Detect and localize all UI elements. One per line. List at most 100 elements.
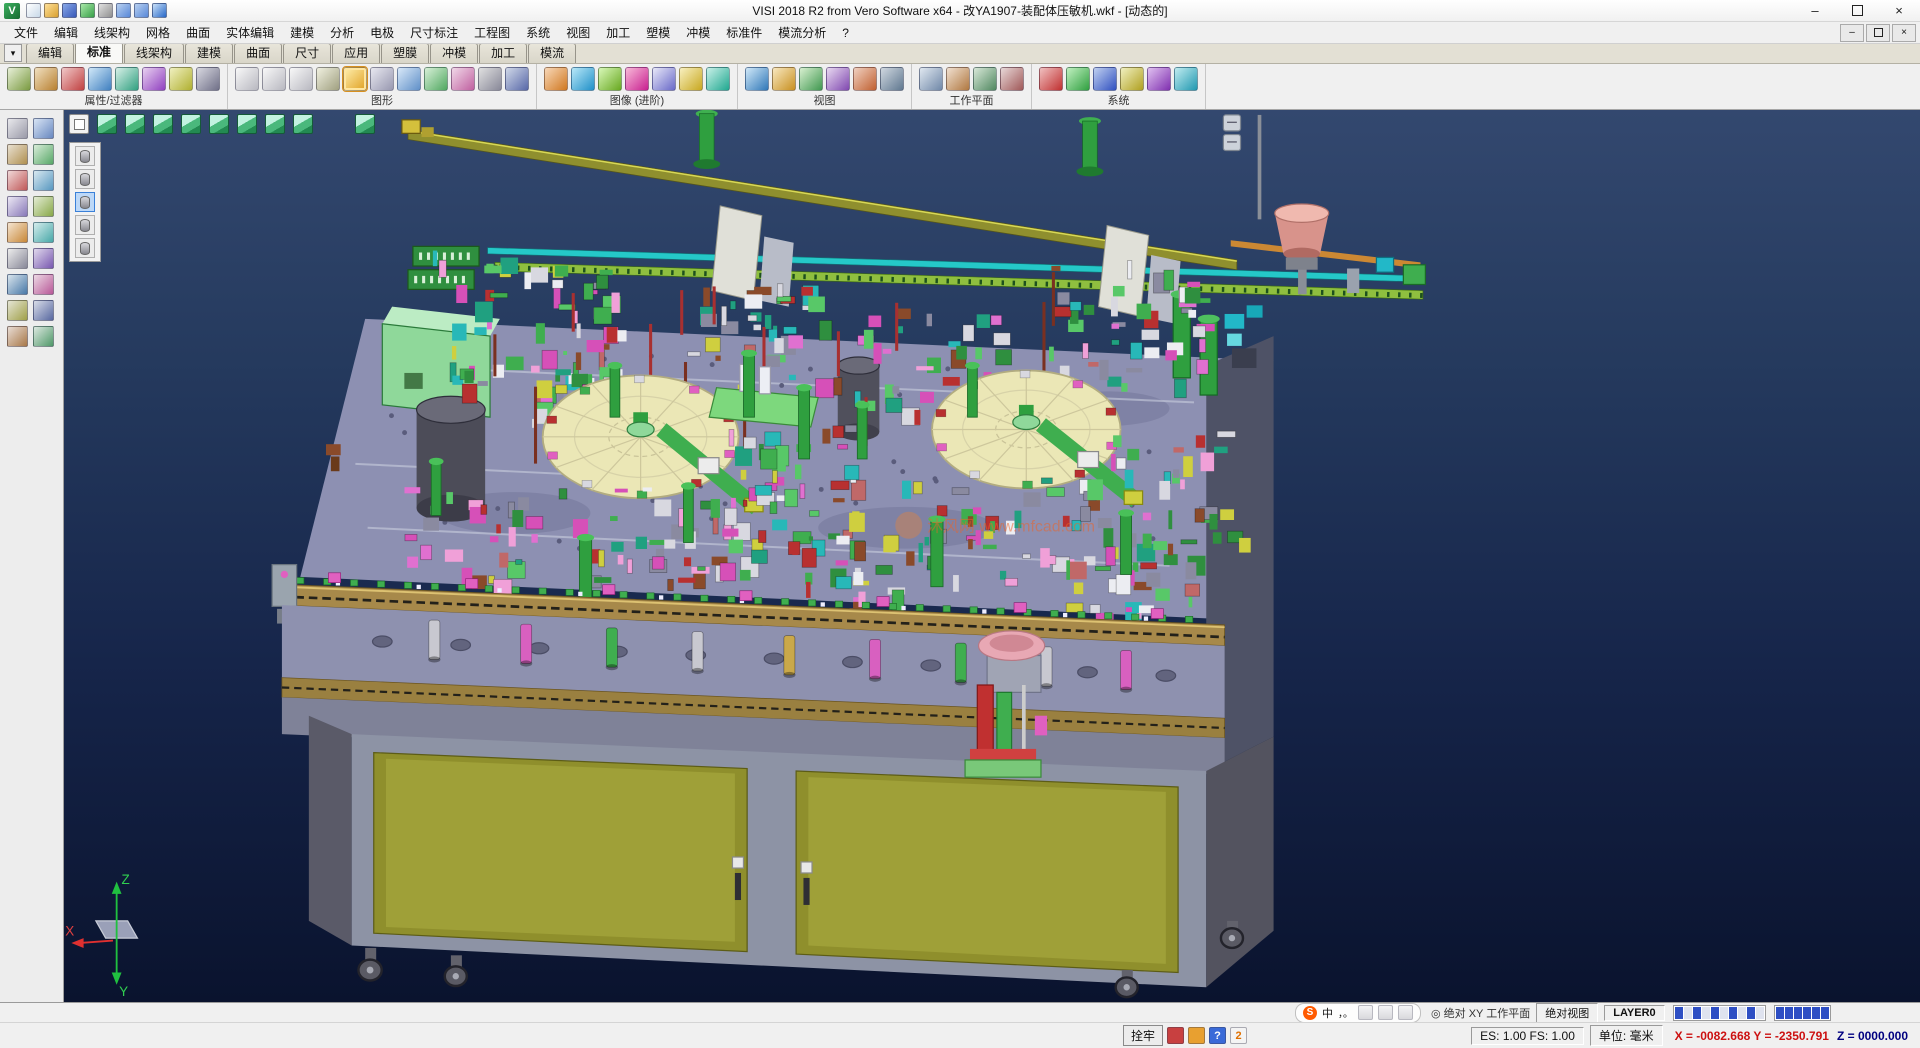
previous-view-icon[interactable] — [853, 67, 877, 91]
pan-icon[interactable] — [799, 67, 823, 91]
snap-icon[interactable] — [7, 300, 28, 321]
menu-item-加工[interactable]: 加工 — [598, 22, 638, 43]
reset-filter-icon[interactable] — [196, 67, 220, 91]
trim-icon[interactable] — [7, 196, 28, 217]
mic-icon[interactable] — [1358, 1005, 1373, 1020]
print-icon[interactable] — [98, 3, 113, 18]
menu-item-网格[interactable]: 网格 — [138, 22, 178, 43]
curves-icon[interactable] — [451, 67, 475, 91]
palette-icon[interactable] — [1188, 1027, 1205, 1044]
shaded-mode-icon[interactable] — [75, 169, 95, 189]
menu-item-冲模[interactable]: 冲模 — [678, 22, 718, 43]
workplane-custom-icon[interactable] — [1000, 67, 1024, 91]
scale-icon[interactable] — [7, 170, 28, 191]
tab-标准[interactable]: 标准 — [75, 42, 123, 63]
transparent-mode-icon[interactable] — [75, 238, 95, 258]
ime-toolbar[interactable]: S 中 ，。 — [1295, 1003, 1421, 1023]
ime-logo-icon[interactable]: S — [1303, 1006, 1317, 1020]
mdi-restore-button[interactable] — [1866, 24, 1890, 42]
mdi-minimize-button[interactable]: – — [1840, 24, 1864, 42]
tab-dropdown-button[interactable]: ▾ — [4, 44, 22, 62]
pattern-icon[interactable] — [33, 222, 54, 243]
menu-item-建模[interactable]: 建模 — [282, 22, 322, 43]
macros-icon[interactable] — [1147, 67, 1171, 91]
save-icon[interactable] — [62, 3, 77, 18]
toolbox-icon[interactable] — [1398, 1005, 1413, 1020]
dynamic-mode-icon[interactable] — [75, 192, 95, 212]
menu-item-电极[interactable]: 电极 — [362, 22, 402, 43]
display-options-icon[interactable] — [1066, 67, 1090, 91]
new-doc-icon[interactable] — [26, 3, 41, 18]
mask-icon[interactable] — [142, 67, 166, 91]
layer-icon[interactable] — [7, 274, 28, 295]
menu-item-视图[interactable]: 视图 — [558, 22, 598, 43]
workplane-xz-icon[interactable] — [946, 67, 970, 91]
tab-应用[interactable]: 应用 — [332, 43, 380, 63]
section-icon[interactable] — [397, 67, 421, 91]
tab-建模[interactable]: 建模 — [185, 43, 233, 63]
select-filter-icon[interactable] — [7, 67, 31, 91]
info-icon[interactable] — [1174, 67, 1198, 91]
undo-icon[interactable] — [116, 3, 131, 18]
tab-曲面[interactable]: 曲面 — [234, 43, 282, 63]
iso-view-7-button[interactable] — [265, 114, 285, 134]
material-icon[interactable] — [679, 67, 703, 91]
select-icon[interactable] — [7, 118, 28, 139]
menu-item-线架构[interactable]: 线架构 — [86, 22, 138, 43]
layer-color-bar[interactable] — [1673, 1005, 1766, 1021]
close-button[interactable]: × — [1878, 0, 1920, 21]
tab-编辑[interactable]: 编辑 — [26, 43, 74, 63]
offset-icon[interactable] — [7, 222, 28, 243]
red-tool-icon[interactable] — [1167, 1027, 1184, 1044]
color-icon[interactable] — [33, 274, 54, 295]
tab-尺寸[interactable]: 尺寸 — [283, 43, 331, 63]
menu-item-?[interactable]: ? — [834, 24, 857, 42]
window-select-icon[interactable] — [33, 118, 54, 139]
iso-view-2-button[interactable] — [125, 114, 145, 134]
shaded-icon[interactable] — [262, 67, 286, 91]
selection-color-bar[interactable] — [1774, 1005, 1831, 1021]
camera-icon[interactable] — [706, 67, 730, 91]
lock-toggle[interactable]: 拴牢 — [1123, 1025, 1163, 1046]
wireframe-mode-icon[interactable] — [75, 146, 95, 166]
minimize-button[interactable]: – — [1794, 0, 1836, 21]
menu-item-工程图[interactable]: 工程图 — [466, 22, 518, 43]
ime-punct-toggle[interactable]: ，。 — [1338, 1005, 1353, 1020]
attribute-brush-icon[interactable] — [34, 67, 58, 91]
database-icon[interactable] — [1093, 67, 1117, 91]
texture-icon[interactable] — [571, 67, 595, 91]
wireframe-icon[interactable] — [235, 67, 259, 91]
extend-icon[interactable] — [33, 196, 54, 217]
maximize-button[interactable] — [1836, 0, 1878, 21]
menu-item-系统[interactable]: 系统 — [518, 22, 558, 43]
hide-icon[interactable] — [7, 326, 28, 347]
hidden-line-mode-icon[interactable] — [75, 215, 95, 235]
settings-icon[interactable] — [1039, 67, 1063, 91]
menu-item-尺寸标注[interactable]: 尺寸标注 — [402, 22, 466, 43]
view-mode-status[interactable]: 绝对视图 — [1536, 1003, 1598, 1023]
zoom-window-icon[interactable] — [772, 67, 796, 91]
iso-view-8-button[interactable] — [293, 114, 313, 134]
mdi-close-button[interactable]: × — [1892, 24, 1916, 42]
standard-view-button[interactable] — [69, 114, 89, 134]
tab-冲模[interactable]: 冲模 — [430, 43, 478, 63]
plugins-icon[interactable] — [1120, 67, 1144, 91]
rotate-icon[interactable] — [33, 144, 54, 165]
menu-item-曲面[interactable]: 曲面 — [178, 22, 218, 43]
iso-view-3-button[interactable] — [153, 114, 173, 134]
surfaces-icon[interactable] — [505, 67, 529, 91]
keyboard-icon[interactable] — [1378, 1005, 1393, 1020]
menu-item-模流分析[interactable]: 模流分析 — [770, 22, 834, 43]
edges-icon[interactable] — [424, 67, 448, 91]
layer-filter-icon[interactable] — [88, 67, 112, 91]
help-badge-icon[interactable]: ? — [1209, 1027, 1226, 1044]
tab-加工[interactable]: 加工 — [479, 43, 527, 63]
menu-item-文件[interactable]: 文件 — [6, 22, 46, 43]
screenshot-icon[interactable] — [544, 67, 568, 91]
render-mode-icon[interactable] — [343, 67, 367, 91]
workplane-xy-icon[interactable] — [919, 67, 943, 91]
iso-view-4-button[interactable] — [181, 114, 201, 134]
open-icon[interactable] — [44, 3, 59, 18]
transparency-icon[interactable] — [370, 67, 394, 91]
help-icon[interactable] — [152, 3, 167, 18]
